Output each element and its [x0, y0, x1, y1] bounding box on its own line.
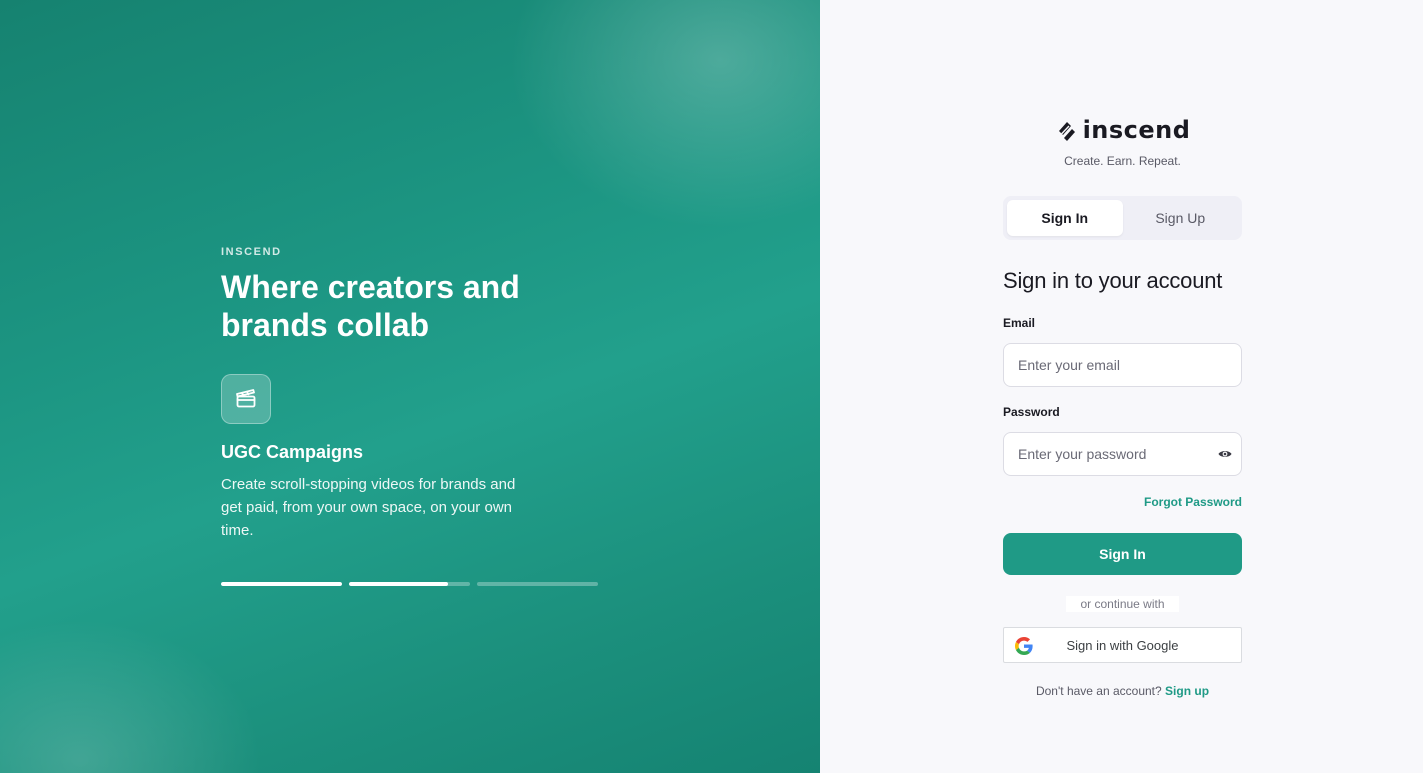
form-title: Sign in to your account	[1003, 268, 1223, 293]
brand-logo-icon	[1058, 122, 1075, 141]
auth-tabs: Sign In Sign Up	[1003, 196, 1242, 240]
password-input[interactable]	[1003, 432, 1242, 476]
auth-panel: inscend Create. Earn. Repeat. Sign In Si…	[820, 0, 1423, 773]
hero-eyebrow: INSCEND	[221, 246, 282, 258]
feature-title: UGC Campaigns	[221, 442, 364, 462]
forgot-password-link[interactable]: Forgot Password	[1003, 495, 1242, 509]
tab-sign-up[interactable]: Sign Up	[1123, 200, 1239, 236]
email-field-wrapper	[1003, 343, 1242, 387]
email-label: Email	[1003, 316, 1036, 330]
brand-tagline: Create. Earn. Repeat.	[1064, 154, 1181, 168]
sign-in-button[interactable]: Sign In	[1003, 533, 1242, 575]
sign-up-prompt-text: Don't have an account?	[1035, 684, 1162, 698]
google-icon	[1015, 637, 1033, 655]
hero-content: INSCEND Where creators and brands collab…	[221, 246, 621, 542]
google-sign-in-button[interactable]: Sign in with Google	[1003, 627, 1242, 663]
email-input[interactable]	[1003, 343, 1242, 387]
hero-panel: INSCEND Where creators and brands collab…	[0, 0, 820, 773]
eye-icon[interactable]	[1218, 448, 1232, 460]
carousel-progress	[221, 582, 598, 586]
feature-description: Create scroll-stopping videos for brands…	[221, 476, 516, 539]
carousel-progress-segment-1[interactable]	[221, 582, 342, 586]
sign-up-link[interactable]: Sign up	[1165, 684, 1209, 698]
password-label: Password	[1003, 405, 1060, 419]
divider: or continue with	[1003, 595, 1242, 613]
divider-text: or continue with	[1066, 596, 1179, 612]
sign-up-prompt: Don't have an account? Sign up	[1003, 684, 1242, 698]
hero-headline: Where creators and brands collab	[221, 269, 520, 343]
brand-logo: inscend	[1003, 115, 1242, 145]
password-field-wrapper	[1003, 432, 1242, 476]
carousel-progress-segment-3[interactable]	[477, 582, 598, 586]
carousel-progress-segment-2[interactable]	[349, 582, 470, 586]
google-sign-in-label: Sign in with Google	[1066, 637, 1179, 653]
clapperboard-icon	[221, 374, 271, 424]
sign-in-form: inscend Create. Earn. Repeat. Sign In Si…	[1003, 115, 1242, 698]
brand-logo-text: inscend	[1082, 116, 1191, 144]
tab-sign-in[interactable]: Sign In	[1007, 200, 1123, 236]
